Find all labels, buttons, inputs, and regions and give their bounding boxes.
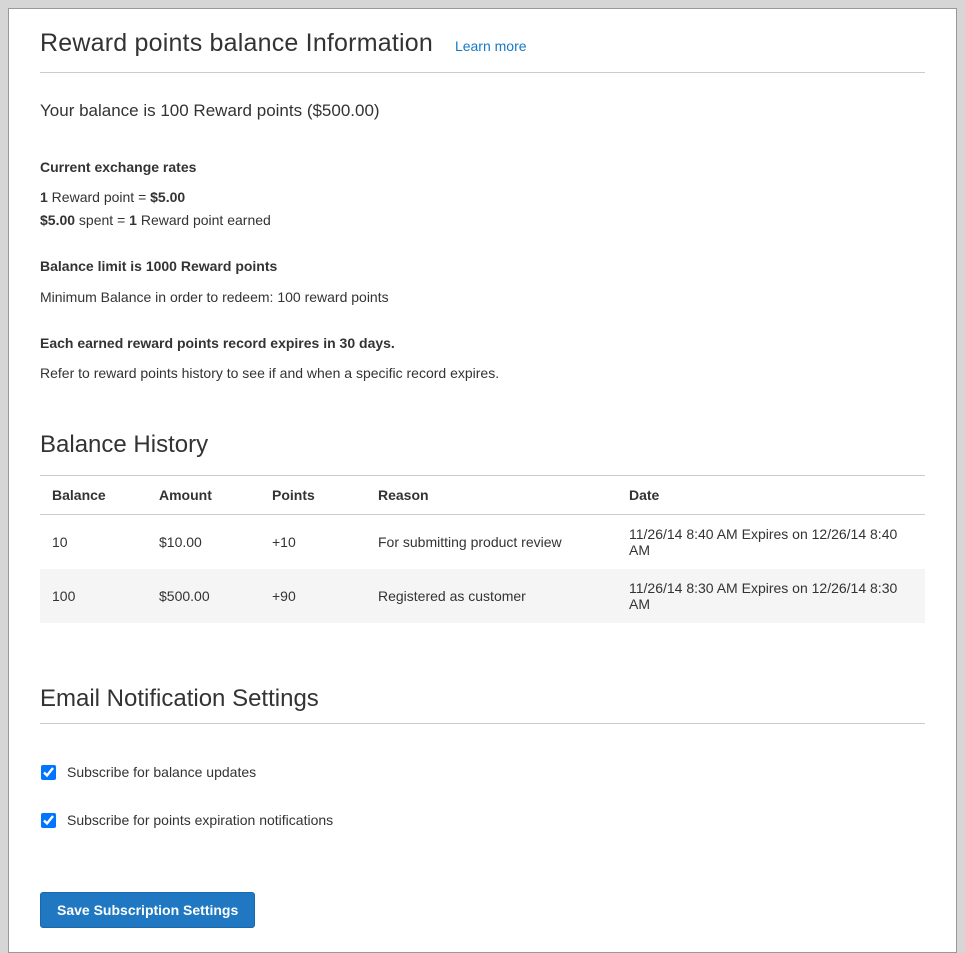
rate-redeem-line: 1 Reward point = $5.00 xyxy=(40,189,925,205)
reason-cell: Registered as customer xyxy=(366,569,617,623)
points-cell: +90 xyxy=(260,569,366,623)
expiration-heading: Each earned reward points record expires… xyxy=(40,335,925,351)
rate-redeem-money: $5.00 xyxy=(150,189,185,205)
rate-redeem-points: 1 xyxy=(40,189,48,205)
rate-earn-points: 1 xyxy=(129,212,137,228)
header-row: Reward points balance Information Learn … xyxy=(40,9,925,58)
balance-updates-checkbox[interactable] xyxy=(41,765,56,780)
exchange-rates-heading: Current exchange rates xyxy=(40,159,925,175)
balance-history-table: Balance Amount Points Reason Date 10 $10… xyxy=(40,475,925,623)
balance-history-title: Balance History xyxy=(40,431,925,459)
header-divider xyxy=(40,72,925,73)
header-points: Points xyxy=(260,476,366,515)
email-settings-divider xyxy=(40,723,925,724)
balance-summary: Your balance is 100 Reward points ($500.… xyxy=(40,101,925,121)
exchange-rates: 1 Reward point = $5.00 $5.00 spent = 1 R… xyxy=(40,189,925,228)
min-balance-text: Minimum Balance in order to redeem: 100 … xyxy=(40,289,925,305)
rate-earn-money: $5.00 xyxy=(40,212,75,228)
amount-cell: $500.00 xyxy=(147,569,260,623)
header-amount: Amount xyxy=(147,476,260,515)
balance-cell: 10 xyxy=(40,515,147,570)
rate-redeem-mid: Reward point = xyxy=(48,189,150,205)
date-cell: 11/26/14 8:30 AM Expires on 12/26/14 8:3… xyxy=(617,569,925,623)
rate-earn-line: $5.00 spent = 1 Reward point earned xyxy=(40,212,925,228)
expiration-notifications-checkbox[interactable] xyxy=(41,813,56,828)
rate-earn-mid: spent = xyxy=(75,212,129,228)
learn-more-link[interactable]: Learn more xyxy=(455,38,527,54)
table-body: 10 $10.00 +10 For submitting product rev… xyxy=(40,515,925,624)
points-cell: +10 xyxy=(260,515,366,570)
expiration-notifications-label[interactable]: Subscribe for points expiration notifica… xyxy=(67,812,333,828)
date-cell: 11/26/14 8:40 AM Expires on 12/26/14 8:4… xyxy=(617,515,925,570)
rate-earn-tail: Reward point earned xyxy=(137,212,271,228)
expiration-notifications-row[interactable]: Subscribe for points expiration notifica… xyxy=(40,812,925,828)
amount-cell: $10.00 xyxy=(147,515,260,570)
balance-limit-heading: Balance limit is 1000 Reward points xyxy=(40,258,925,274)
balance-cell: 100 xyxy=(40,569,147,623)
email-settings-title: Email Notification Settings xyxy=(40,685,925,713)
header-reason: Reason xyxy=(366,476,617,515)
table-header-row: Balance Amount Points Reason Date xyxy=(40,476,925,515)
table-header: Balance Amount Points Reason Date xyxy=(40,476,925,515)
reward-points-panel: Reward points balance Information Learn … xyxy=(8,8,957,953)
reason-cell: For submitting product review xyxy=(366,515,617,570)
expiration-note: Refer to reward points history to see if… xyxy=(40,365,925,381)
page-title: Reward points balance Information xyxy=(40,29,433,58)
table-row: 10 $10.00 +10 For submitting product rev… xyxy=(40,515,925,570)
table-row: 100 $500.00 +90 Registered as customer 1… xyxy=(40,569,925,623)
header-date: Date xyxy=(617,476,925,515)
save-subscription-button[interactable]: Save Subscription Settings xyxy=(40,892,255,928)
balance-updates-row[interactable]: Subscribe for balance updates xyxy=(40,764,925,780)
header-balance: Balance xyxy=(40,476,147,515)
balance-updates-label[interactable]: Subscribe for balance updates xyxy=(67,764,256,780)
